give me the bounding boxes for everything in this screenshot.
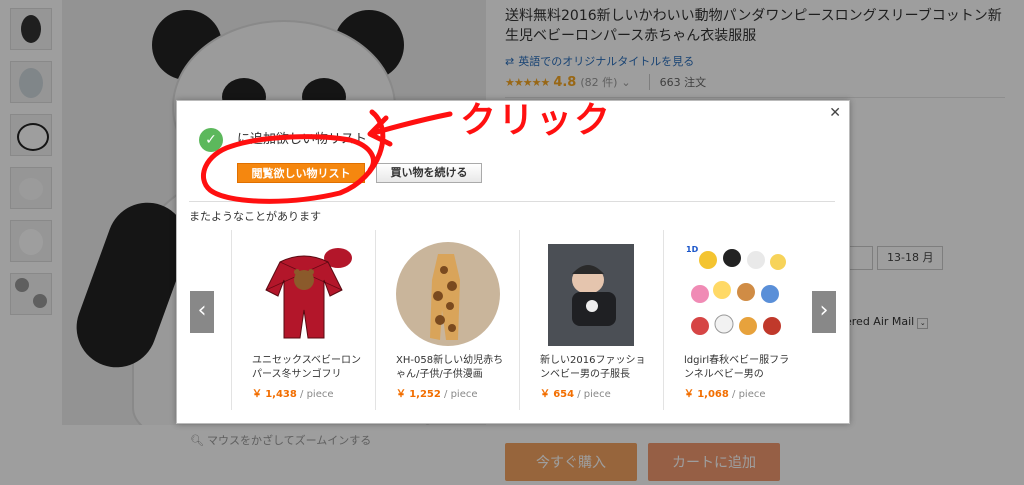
annotation-label: クリック	[460, 100, 613, 141]
annotation-arrow	[367, 111, 453, 147]
annotation-circle	[200, 109, 386, 204]
annotation-layer	[200, 109, 453, 204]
